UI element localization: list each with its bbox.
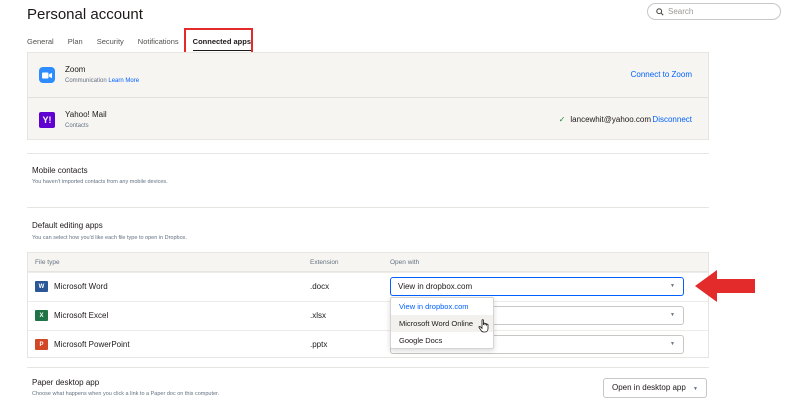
yahoo-mail-icon: Y! [39, 112, 55, 128]
app-row-yahoo: Y! Yahoo! Mail Contacts ✓ lancewhit@yahoo… [28, 97, 708, 141]
search-placeholder: Search [668, 7, 694, 16]
open-in-desktop-app-select[interactable]: Open in desktop app ▼ [603, 378, 707, 398]
chevron-down-icon: ▼ [670, 312, 675, 318]
tab-notifications[interactable]: Notifications [138, 37, 179, 51]
open-with-select[interactable]: View in dropbox.com ▼ [390, 277, 684, 296]
disconnect-link[interactable]: Disconnect [652, 115, 692, 124]
file-extension: .xlsx [310, 311, 326, 320]
check-icon: ✓ [558, 115, 566, 124]
connected-account: ✓ lancewhit@yahoo.com [558, 115, 651, 124]
table-row: P Microsoft PowerPoint .pptx ▼ [28, 330, 708, 359]
tab-security[interactable]: Security [97, 37, 124, 51]
connect-to-zoom-link[interactable]: Connect to Zoom [631, 70, 692, 79]
mobile-contacts-subtitle: You haven't imported contacts from any m… [32, 179, 168, 185]
paper-app-title: Paper desktop app [32, 378, 100, 387]
word-icon: W [35, 281, 48, 292]
app-name: Yahoo! Mail [65, 110, 107, 119]
tab-general[interactable]: General [27, 37, 54, 51]
file-type-name: Microsoft Word [54, 282, 108, 291]
hand-cursor-icon [478, 319, 489, 333]
table-header: File type Extension Open with [28, 253, 708, 272]
column-header-open-with: Open with [390, 259, 420, 266]
search-icon [656, 7, 664, 16]
connected-apps-panel: Zoom Communication Learn More Connect to… [27, 52, 709, 140]
divider [27, 153, 709, 154]
dropdown-option-google-docs[interactable]: Google Docs [391, 332, 493, 349]
chevron-down-icon: ▼ [670, 283, 675, 289]
excel-icon: X [35, 310, 48, 321]
page-title: Personal account [27, 6, 143, 23]
powerpoint-icon: P [35, 339, 48, 350]
default-apps-table: File type Extension Open with W Microsof… [27, 252, 709, 358]
column-header-extension: Extension [310, 259, 339, 266]
app-name: Zoom [65, 65, 86, 74]
paper-app-subtitle: Choose what happens when you click a lin… [32, 391, 220, 397]
chevron-down-icon: ▼ [670, 341, 675, 347]
learn-more-link[interactable]: Learn More [108, 78, 139, 84]
tab-plan[interactable]: Plan [68, 37, 83, 51]
default-apps-subtitle: You can select how you'd like each file … [32, 235, 187, 241]
file-type-name: Microsoft Excel [54, 311, 109, 320]
dropdown-option-view-in-dropbox[interactable]: View in dropbox.com [391, 298, 493, 315]
file-type-name: Microsoft PowerPoint [54, 340, 130, 349]
app-category: Communication Learn More [65, 78, 140, 84]
divider [27, 207, 709, 208]
zoom-icon [39, 67, 55, 83]
mobile-contacts-title: Mobile contacts [32, 166, 88, 175]
app-category: Contacts [65, 123, 89, 129]
file-extension: .docx [310, 282, 330, 291]
chevron-down-icon: ▼ [693, 386, 698, 392]
divider [27, 367, 709, 368]
default-apps-title: Default editing apps [32, 221, 103, 230]
column-header-file-type: File type [35, 259, 60, 266]
file-extension: .pptx [310, 340, 328, 349]
table-row: W Microsoft Word .docx View in dropbox.c… [28, 272, 708, 301]
search-input[interactable]: Search [647, 3, 781, 20]
app-row-zoom: Zoom Communication Learn More Connect to… [28, 53, 708, 97]
red-arrow-icon [695, 270, 755, 302]
table-row: X Microsoft Excel .xlsx ▼ [28, 301, 708, 330]
